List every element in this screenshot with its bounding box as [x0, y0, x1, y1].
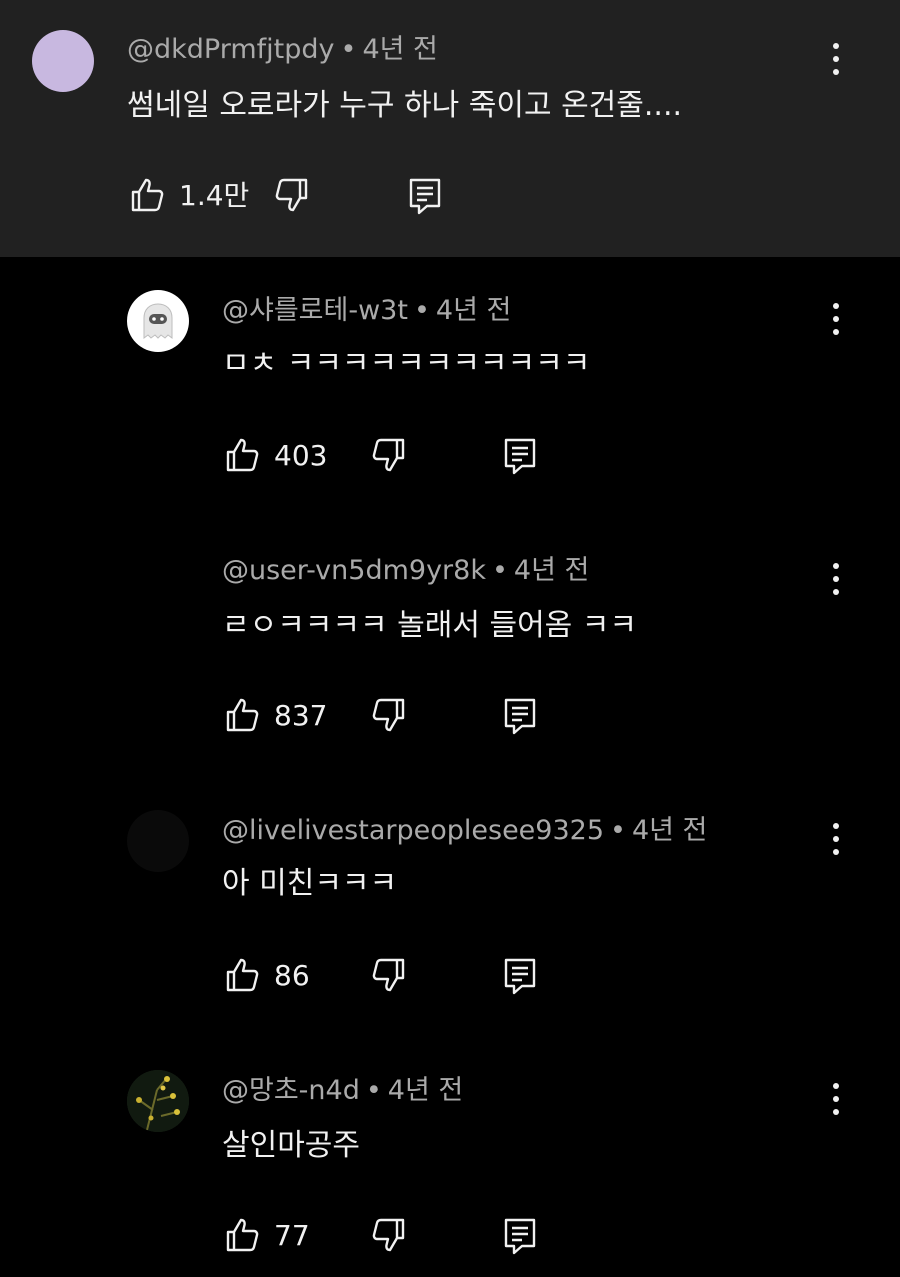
avatar[interactable]	[127, 1070, 189, 1132]
comment-header: @망초-n4d • 4년 전	[222, 1074, 463, 1108]
comment-timestamp[interactable]: 4년 전	[514, 555, 589, 586]
thumbs-down-icon[interactable]	[369, 1215, 409, 1255]
comment-text: 썸네일 오로라가 누구 하나 죽이고 온건줄....	[127, 88, 683, 123]
reply-icon[interactable]	[500, 695, 540, 735]
thumbs-down-icon[interactable]	[272, 175, 312, 215]
comment-text: ㅁㅊ ㅋㅋㅋㅋㅋㅋㅋㅋㅋㅋㅋ	[222, 346, 591, 381]
thumbs-down-icon[interactable]	[369, 435, 409, 475]
thumbs-up-icon[interactable]	[222, 955, 262, 995]
comment-timestamp[interactable]: 4년 전	[362, 34, 437, 65]
comment-actions: 1.4만	[127, 175, 467, 219]
comment-header: @user-vn5dm9yr8k • 4년 전	[222, 554, 589, 588]
comment-timestamp[interactable]: 4년 전	[436, 295, 511, 326]
meta-separator: •	[413, 295, 430, 326]
comment-actions: 86	[222, 955, 562, 999]
author-handle[interactable]: @망초-n4d	[222, 1075, 360, 1106]
comment-header: @livelivestarpeoplesee9325 • 4년 전	[222, 814, 707, 848]
comment-text: 아 미친ㅋㅋㅋ	[222, 866, 398, 901]
thumbs-up-icon[interactable]	[222, 1215, 262, 1255]
like-count: 403	[274, 439, 328, 472]
more-vert-icon[interactable]	[826, 40, 846, 80]
meta-separator: •	[365, 1075, 382, 1106]
like-count: 86	[274, 959, 310, 992]
author-handle[interactable]: @샤를로테-w3t	[222, 295, 408, 326]
reply-icon[interactable]	[405, 175, 445, 215]
avatar[interactable]	[127, 550, 189, 612]
comment-text: 살인마공주	[222, 1128, 360, 1163]
thumbs-up-icon[interactable]	[222, 435, 262, 475]
thumbs-up-icon[interactable]	[222, 695, 262, 735]
thumbs-down-icon[interactable]	[369, 955, 409, 995]
more-vert-icon[interactable]	[826, 300, 846, 340]
like-count: 837	[274, 699, 328, 732]
comment-actions: 403	[222, 435, 562, 479]
comment-header: @샤를로테-w3t • 4년 전	[222, 294, 511, 328]
thumbs-down-icon[interactable]	[369, 695, 409, 735]
comment-actions: 837	[222, 695, 562, 739]
more-vert-icon[interactable]	[826, 820, 846, 860]
author-handle[interactable]: @dkdPrmfjtpdy	[127, 34, 335, 65]
comment-actions: 77	[222, 1215, 562, 1259]
author-handle[interactable]: @user-vn5dm9yr8k	[222, 555, 486, 586]
comment-header: @dkdPrmfjtpdy • 4년 전	[127, 33, 438, 67]
comment-timestamp[interactable]: 4년 전	[632, 815, 707, 846]
author-handle[interactable]: @livelivestarpeoplesee9325	[222, 815, 604, 846]
avatar[interactable]	[127, 290, 189, 352]
like-count: 77	[274, 1219, 310, 1252]
more-vert-icon[interactable]	[826, 1080, 846, 1120]
reply-icon[interactable]	[500, 955, 540, 995]
reply-icon[interactable]	[500, 435, 540, 475]
more-vert-icon[interactable]	[826, 560, 846, 600]
reply-icon[interactable]	[500, 1215, 540, 1255]
thumbs-up-icon[interactable]	[127, 175, 167, 215]
comment-timestamp[interactable]: 4년 전	[388, 1075, 463, 1106]
avatar[interactable]	[32, 30, 94, 92]
flower-photo-avatar-icon	[127, 1070, 189, 1132]
meta-separator: •	[340, 34, 357, 65]
comment-text: ㄹㅇㅋㅋㅋㅋ 놀래서 들어옴 ㅋㅋ	[222, 608, 638, 643]
meta-separator: •	[610, 815, 626, 846]
meta-separator: •	[491, 555, 508, 586]
ghost-avatar-icon	[143, 303, 173, 339]
avatar[interactable]	[127, 810, 189, 872]
like-count: 1.4만	[179, 179, 250, 212]
